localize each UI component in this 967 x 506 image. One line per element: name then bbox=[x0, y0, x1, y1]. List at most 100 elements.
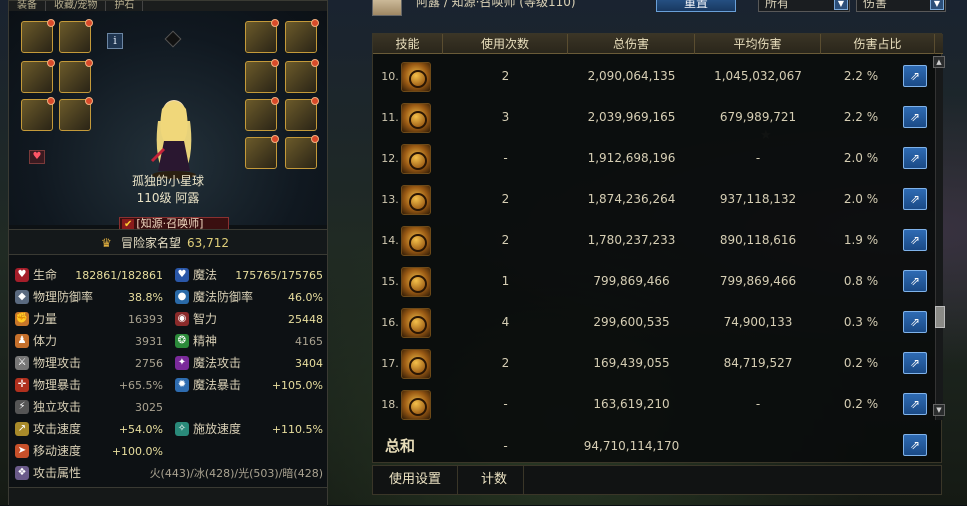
character-panel: 装备 收藏/宠物 护石 i ♥ 孤独的小星球 110级 阿露 ✔ [知源·召唤师… bbox=[8, 0, 328, 506]
reset-button[interactable]: 重置 bbox=[656, 0, 736, 12]
blade-icon: ⚡ bbox=[15, 400, 29, 414]
share-icon[interactable]: ⇗ bbox=[903, 188, 927, 210]
scroll-up-arrow-icon[interactable]: ▲ bbox=[933, 56, 945, 68]
burst-icon: ✹ bbox=[175, 378, 189, 392]
skill-icon bbox=[401, 308, 431, 338]
character-name: 孤独的小星球 bbox=[131, 174, 204, 188]
row-index: 16. bbox=[381, 316, 399, 329]
info-icon[interactable]: i bbox=[107, 33, 123, 49]
table-row[interactable]: 14. 2 1,780,237,233 890,118,616 1.9 % ⇗ bbox=[373, 220, 933, 261]
row-uses: 2 bbox=[501, 192, 510, 206]
row-uses: 1 bbox=[501, 274, 510, 288]
share-icon[interactable]: ⇗ bbox=[903, 311, 927, 333]
scrollbar[interactable] bbox=[935, 56, 943, 420]
share-icon[interactable]: ⇗ bbox=[903, 229, 927, 251]
equip-slot-title[interactable] bbox=[59, 19, 93, 53]
equip-slot-ring[interactable] bbox=[285, 59, 319, 93]
row-avg-damage: 74,900,133 bbox=[723, 315, 793, 329]
equip-slot-bracelet[interactable] bbox=[285, 19, 319, 53]
tab-equipment[interactable]: 装备 bbox=[9, 1, 46, 11]
table-row[interactable]: 15. 1 799,869,466 799,869,466 0.8 % ⇗ bbox=[373, 261, 933, 302]
equip-slot-top[interactable] bbox=[21, 59, 55, 93]
table-row[interactable]: 10. 2 2,090,064,135 1,045,032,067 2.2 % ⇗ bbox=[373, 56, 933, 97]
stat-intelligence: ◉ 智力 25448 bbox=[169, 309, 327, 330]
filter-select[interactable]: 所有 ▼ bbox=[758, 0, 850, 12]
stat-attack-element: ❖ 攻击属性 火(443)/冰(428)/光(503)/暗(428) bbox=[9, 463, 327, 484]
share-icon[interactable]: ⇗ bbox=[903, 434, 927, 456]
tab-collection[interactable]: 收藏/宠物 bbox=[46, 1, 107, 11]
share-icon[interactable]: ⇗ bbox=[903, 352, 927, 374]
renown-icon: ♛ bbox=[101, 236, 112, 250]
metric-select-value: 伤害 bbox=[863, 0, 888, 10]
share-icon[interactable]: ⇗ bbox=[903, 65, 927, 87]
share-icon[interactable]: ⇗ bbox=[903, 106, 927, 128]
table-row[interactable]: 18. - 163,619,210 - 0.2 % ⇗ bbox=[373, 384, 933, 425]
row-damage-pct: 2.0 % bbox=[843, 192, 879, 206]
tab-count[interactable]: 计数 bbox=[465, 466, 525, 494]
row-damage-pct: 0.2 % bbox=[843, 356, 879, 370]
damage-header: 阿露 / 知源·召唤师 (等级110) 重置 所有 ▼ 伤害 ▼ bbox=[366, 0, 956, 16]
diamond-icon[interactable] bbox=[164, 30, 182, 48]
share-icon[interactable]: ⇗ bbox=[903, 147, 927, 169]
orb-icon: ● bbox=[175, 290, 189, 304]
equip-slot-extra[interactable] bbox=[285, 135, 319, 169]
equip-slot-sub[interactable] bbox=[245, 97, 279, 131]
row-total-damage: 2,090,064,135 bbox=[587, 69, 676, 83]
table-row[interactable]: 13. 2 1,874,236,264 937,118,132 2.0 % ⇗ bbox=[373, 179, 933, 220]
element-icon: ❖ bbox=[15, 466, 29, 480]
row-total-damage: 1,780,237,233 bbox=[587, 233, 676, 247]
row-uses: 3 bbox=[501, 110, 510, 124]
crosshair-icon: ✛ bbox=[15, 378, 29, 392]
share-icon[interactable]: ⇗ bbox=[903, 270, 927, 292]
tab-usage-settings[interactable]: 使用设置 bbox=[373, 466, 459, 494]
col-uses[interactable]: 使用次数 bbox=[443, 34, 568, 54]
damage-panel: 阿露 / 知源·召唤师 (等级110) 重置 所有 ▼ 伤害 ▼ 技能 使用次数… bbox=[366, 0, 956, 505]
table-row[interactable]: 12. - 1,912,698,196 - 2.0 % ⇗ bbox=[373, 138, 933, 179]
stat-physical-defense: ◆ 物理防御率 38.8% bbox=[9, 287, 167, 308]
tab-amulet[interactable]: 护石 bbox=[106, 1, 144, 11]
table-row[interactable]: 11. 3 2,039,969,165 679,989,721 2.2 % ⇗ bbox=[373, 97, 933, 138]
col-damage-pct[interactable]: 伤害占比 bbox=[821, 34, 935, 54]
total-row: 总和 - 94,710,114,170 ⇗ bbox=[373, 428, 943, 464]
total-label: 总和 bbox=[385, 437, 416, 455]
row-avg-damage: 84,719,527 bbox=[723, 356, 793, 370]
table-row[interactable]: 17. 2 169,439,055 84,719,527 0.2 % ⇗ bbox=[373, 343, 933, 384]
equip-slot-bottom[interactable] bbox=[21, 97, 55, 131]
row-total-damage: 169,439,055 bbox=[593, 356, 670, 370]
equip-slot-shoulder[interactable] bbox=[59, 59, 93, 93]
bottom-tabs: 使用设置 计数 bbox=[372, 465, 942, 495]
equip-slot-weapon[interactable] bbox=[21, 19, 55, 53]
chevron-down-icon: ▼ bbox=[930, 0, 944, 10]
scroll-thumb[interactable] bbox=[935, 306, 945, 328]
heart-icon[interactable]: ♥ bbox=[29, 150, 45, 164]
stat-cast-speed: ✧ 施放速度 +110.5% bbox=[169, 419, 327, 440]
row-damage-pct: 0.8 % bbox=[843, 274, 879, 288]
equip-slot-necklace[interactable] bbox=[245, 59, 279, 93]
stat-spirit: ❂ 精神 4165 bbox=[169, 331, 327, 352]
equip-slot-belt[interactable] bbox=[59, 97, 93, 131]
row-damage-pct: 0.3 % bbox=[843, 315, 879, 329]
col-avg-damage[interactable]: 平均伤害 bbox=[695, 34, 821, 54]
stat-hp: ♥ 生命 182861/182861 bbox=[9, 265, 167, 286]
equip-slot-earring[interactable] bbox=[245, 135, 279, 169]
row-total-damage: 299,600,535 bbox=[593, 315, 670, 329]
row-index: 14. bbox=[381, 234, 399, 247]
row-index: 10. bbox=[381, 70, 399, 83]
metric-select[interactable]: 伤害 ▼ bbox=[856, 0, 946, 12]
table-row[interactable]: 16. 4 299,600,535 74,900,133 0.3 % ⇗ bbox=[373, 302, 933, 343]
col-total-damage[interactable]: 总伤害 bbox=[568, 34, 695, 54]
col-skill[interactable]: 技能 bbox=[373, 34, 443, 54]
renown-label: 冒险家名望 bbox=[121, 236, 182, 250]
skill-icon bbox=[401, 349, 431, 379]
row-damage-pct: 1.9 % bbox=[843, 233, 879, 247]
equip-slot-shoes[interactable] bbox=[245, 19, 279, 53]
equip-slot-magicstone[interactable] bbox=[285, 97, 319, 131]
row-uses: - bbox=[503, 397, 508, 411]
scroll-down-arrow-icon[interactable]: ▼ bbox=[933, 404, 945, 416]
row-avg-damage: 890,118,616 bbox=[719, 233, 797, 247]
equipment-area: i ♥ 孤独的小星球 110级 阿露 ✔ [知源·召唤师] bbox=[9, 11, 327, 231]
row-avg-damage: - bbox=[755, 151, 761, 165]
character-level: 110级 阿露 bbox=[136, 191, 200, 205]
heart-blue-icon: ♥ bbox=[175, 268, 189, 282]
share-icon[interactable]: ⇗ bbox=[903, 393, 927, 415]
